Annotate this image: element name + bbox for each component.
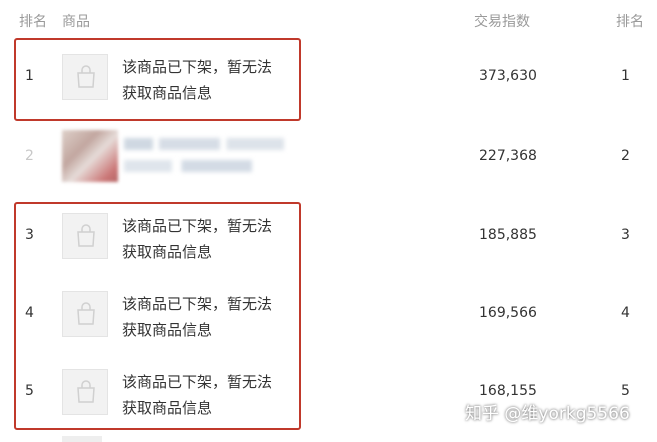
column-header-trade-index[interactable]: 交易指数 <box>474 11 530 31</box>
row-rank-right: 1 <box>621 68 630 84</box>
highlight-box-ranks-3-5 <box>14 202 301 430</box>
column-header-rank-right[interactable]: 排名 <box>616 11 644 31</box>
column-header-rank[interactable]: 排名 <box>19 11 47 31</box>
table-row[interactable]: 2 227,368 2 <box>0 120 657 198</box>
highlight-box-rank-1 <box>14 38 301 121</box>
trade-index-value: 168,155 <box>479 383 537 399</box>
trade-index-value: 373,630 <box>479 68 537 84</box>
blurred-product-image[interactable] <box>62 130 118 182</box>
next-row-thumbnail-edge <box>62 436 102 442</box>
watermark: 知乎 @维yorkg5566 <box>465 404 630 424</box>
row-rank-right: 5 <box>621 383 630 399</box>
row-rank: 2 <box>25 148 34 164</box>
column-header-product: 商品 <box>62 14 90 30</box>
blurred-product-name <box>124 134 284 178</box>
trade-index-value: 169,566 <box>479 305 537 321</box>
row-rank-right: 4 <box>621 305 630 321</box>
row-rank-right: 3 <box>621 227 630 243</box>
trade-index-value: 227,368 <box>479 148 537 164</box>
trade-index-value: 185,885 <box>479 227 537 243</box>
table-header: 排名 商品 交易指数 排名 <box>0 0 657 40</box>
row-rank-right: 2 <box>621 148 630 164</box>
